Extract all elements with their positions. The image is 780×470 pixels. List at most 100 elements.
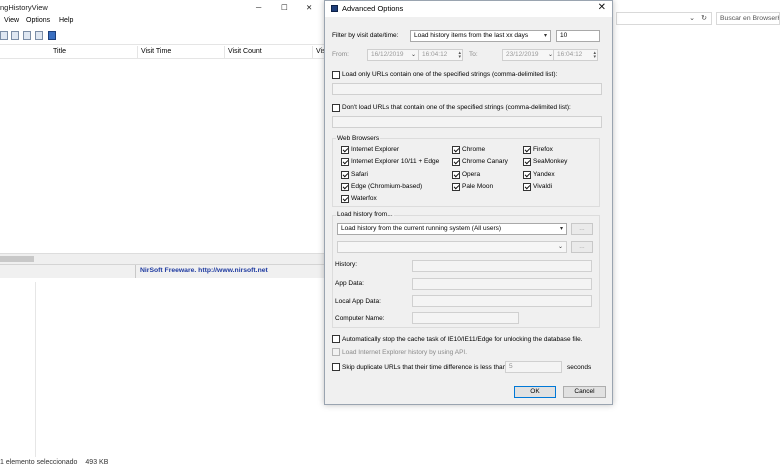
properties-icon[interactable]	[23, 31, 31, 40]
seconds-label: seconds	[567, 364, 592, 371]
column-visit-time[interactable]: Visit Time	[141, 48, 171, 55]
chevron-down-icon[interactable]: ⌄	[689, 14, 695, 22]
browser-checkbox[interactable]	[452, 158, 460, 166]
browser-label: Firefox	[533, 146, 553, 153]
browser-checkbox[interactable]	[341, 146, 349, 154]
chevron-down-icon: ⌄	[557, 244, 563, 250]
dialog-title-bar: Advanced Options ✕	[325, 1, 612, 17]
browser-checkbox[interactable]	[341, 183, 349, 191]
status-cell	[0, 265, 136, 278]
history-input[interactable]	[412, 260, 592, 272]
browser-checkbox[interactable]	[523, 146, 531, 154]
column-separator[interactable]	[137, 46, 138, 58]
spin-icon[interactable]: ▴ ▾	[593, 51, 596, 60]
explorer-search-input[interactable]: Buscar en BrowserHi	[716, 12, 780, 25]
dont-load-label: Don't load URLs that contain one of the …	[342, 104, 571, 111]
local-app-data-label: Local App Data:	[335, 298, 381, 305]
advanced-options-icon[interactable]	[48, 31, 56, 40]
browser-label: Yandex	[533, 171, 555, 178]
advanced-options-dialog: Advanced Options ✕ Filter by visit date/…	[324, 0, 613, 405]
explorer-address-bar[interactable]: ⌄ ↻	[616, 12, 712, 25]
save-icon[interactable]	[0, 31, 8, 40]
from-date-picker[interactable]: 16/12/2019 ⌄	[367, 49, 420, 61]
history-label: History:	[335, 261, 358, 268]
to-time-picker[interactable]: 16:04:12 ▴ ▾	[553, 49, 598, 61]
computer-name-input[interactable]	[412, 312, 519, 324]
dont-load-checkbox[interactable]	[332, 104, 340, 112]
chevron-down-icon: ▾	[543, 33, 547, 39]
browser-label: Waterfox	[351, 195, 377, 202]
column-separator[interactable]	[312, 46, 313, 58]
menu-help[interactable]: Help	[59, 17, 73, 24]
horizontal-scrollbar[interactable]	[0, 253, 326, 264]
browser-checkbox[interactable]	[523, 183, 531, 191]
browser-checkbox[interactable]	[452, 171, 460, 179]
scroll-thumb[interactable]	[0, 256, 34, 262]
refresh-icon[interactable]: ↻	[701, 14, 707, 22]
browser-checkbox[interactable]	[523, 171, 531, 179]
only-urls-checkbox[interactable]	[332, 71, 340, 79]
auto-stop-checkbox[interactable]	[332, 335, 340, 343]
browser-label: Chrome Canary	[462, 158, 508, 165]
explorer-status-bar: 1 elemento seleccionado 493 KB	[0, 459, 114, 466]
copy-icon[interactable]	[11, 31, 19, 40]
dialog-title: Advanced Options	[342, 4, 404, 13]
browser-label: Chrome	[462, 146, 486, 153]
explorer-selected-size: 493 KB	[85, 459, 109, 466]
load-from-dropdown[interactable]: Load history from the current running sy…	[337, 223, 567, 235]
skip-seconds-input[interactable]: 5	[505, 361, 562, 373]
browser-checkbox[interactable]	[452, 183, 460, 191]
load-history-group-label: Load history from...	[336, 211, 394, 218]
local-app-data-input[interactable]	[412, 295, 592, 307]
browser-label: Pale Moon	[462, 183, 494, 190]
ie-api-checkbox[interactable]	[332, 348, 340, 356]
to-time-value: 16:04:12	[557, 51, 583, 58]
app-data-input[interactable]	[412, 278, 592, 290]
skip-duplicate-checkbox[interactable]	[332, 363, 340, 371]
from-label: From:	[332, 51, 349, 58]
to-date-picker[interactable]: 23/12/2019 ⌄	[502, 49, 557, 61]
days-input[interactable]: 10	[556, 30, 600, 42]
cancel-button[interactable]: Cancel	[563, 386, 606, 398]
browser-checkbox[interactable]	[452, 146, 460, 154]
menu-bar: View Options Help	[0, 15, 326, 28]
status-bar: NirSoft Freeware. http://www.nirsoft.net	[0, 264, 326, 278]
column-headers: Title Visit Time Visit Count Vis	[0, 46, 326, 59]
html-report-icon[interactable]	[35, 31, 43, 40]
maximize-icon[interactable]: ☐	[281, 3, 288, 12]
column-visit-count[interactable]: Visit Count	[228, 48, 262, 55]
filter-dropdown[interactable]: Load history items from the last xx days…	[410, 30, 551, 42]
filter-label: Filter by visit date/time:	[332, 32, 399, 39]
browser-checkbox[interactable]	[523, 158, 531, 166]
explorer-selected-count: 1 elemento seleccionado	[0, 459, 78, 466]
browser-label: Internet Explorer 10/11 + Edge	[351, 158, 440, 165]
app-icon	[331, 5, 338, 12]
auto-stop-label: Automatically stop the cache task of IE1…	[342, 336, 583, 343]
browse-button[interactable]: ...	[571, 241, 593, 253]
close-icon[interactable]: ✕	[598, 2, 606, 13]
dont-load-input[interactable]	[332, 116, 602, 128]
minimize-icon[interactable]: ─	[256, 3, 261, 12]
menu-options[interactable]: Options	[26, 17, 50, 24]
menu-view[interactable]: View	[4, 17, 19, 24]
nirsoft-link[interactable]: NirSoft Freeware. http://www.nirsoft.net	[140, 267, 268, 274]
browser-checkbox[interactable]	[341, 195, 349, 203]
column-title[interactable]: Title	[53, 48, 66, 55]
filter-dropdown-value: Load history items from the last xx days	[414, 32, 529, 39]
secondary-dropdown[interactable]: ⌄	[337, 241, 567, 253]
column-separator[interactable]	[224, 46, 225, 58]
ie-api-label: Load Internet Explorer history by using …	[342, 349, 468, 356]
to-date-value: 23/12/2019	[506, 51, 539, 58]
only-urls-input[interactable]	[332, 83, 602, 95]
browser-checkbox[interactable]	[341, 171, 349, 179]
ok-button[interactable]: OK	[514, 386, 556, 398]
skip-duplicate-label: Skip duplicate URLs that their time diff…	[342, 364, 512, 371]
chevron-down-icon: ⌄	[410, 52, 416, 58]
browse-button[interactable]: ...	[571, 223, 593, 235]
browser-label: Edge (Chromium-based)	[351, 183, 423, 190]
close-icon[interactable]: ✕	[306, 3, 312, 12]
only-urls-label: Load only URLs contain one of the specif…	[342, 71, 558, 78]
browser-checkbox[interactable]	[341, 158, 349, 166]
from-time-picker[interactable]: 16:04:12 ▴ ▾	[418, 49, 463, 61]
spin-icon[interactable]: ▴ ▾	[458, 51, 461, 60]
